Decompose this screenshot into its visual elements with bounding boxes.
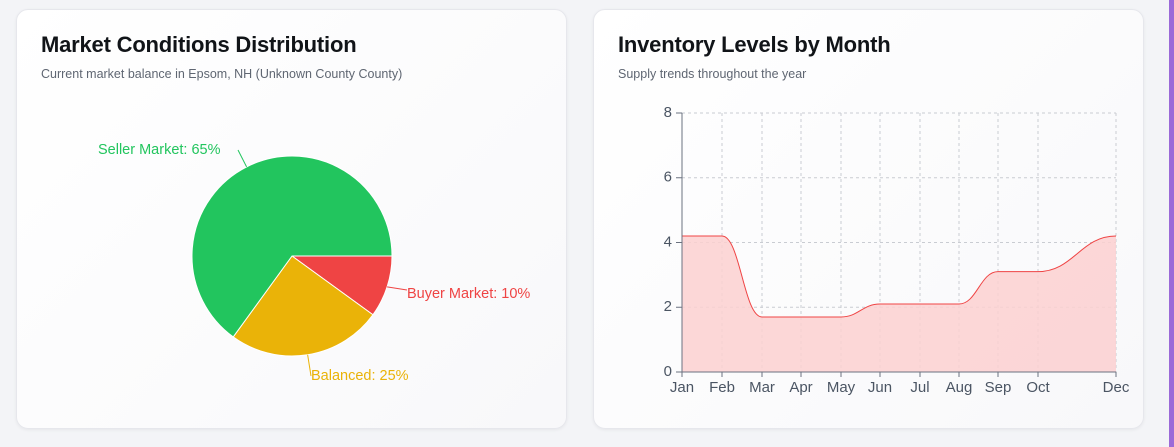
y-tick-label: 0 [664,363,672,380]
y-tick-label: 4 [664,233,672,250]
x-tick-label: Apr [789,379,812,396]
x-tick-label: Mar [749,379,775,396]
y-tick-label: 8 [664,104,672,121]
x-tick-label: May [827,379,856,396]
y-tick-label: 6 [664,169,672,186]
pie-label: Seller Market: 65% [98,142,221,158]
x-tick-label: Jun [868,379,892,396]
x-tick-label: Dec [1103,379,1130,396]
market-pie-chart: Buyer Market: 10% Balanced: 25% Seller Mar… [98,142,530,384]
page-edge-accent [1169,0,1174,447]
inventory-area-chart: 0 2 4 6 8 Jan Feb Mar Apr May Jun Jul Aug Sep Oct Dec [664,104,1130,396]
pie-leader-line [387,286,408,291]
x-tick-label: Jul [910,379,929,396]
x-tick-label: Sep [985,379,1012,396]
x-tick-label: Aug [946,379,973,396]
pie-leader-line [237,149,248,168]
x-tick-label: Oct [1026,379,1050,396]
pie-label: Buyer Market: 10% [407,286,530,302]
market-conditions-card: Market Conditions Distribution Current m… [16,9,567,429]
x-tick-label: Feb [709,379,735,396]
x-tick-label: Jan [670,379,694,396]
inventory-levels-card: Inventory Levels by Month Supply trends … [593,9,1144,429]
pie-label: Balanced: 25% [311,368,409,384]
y-tick-label: 2 [664,298,672,315]
